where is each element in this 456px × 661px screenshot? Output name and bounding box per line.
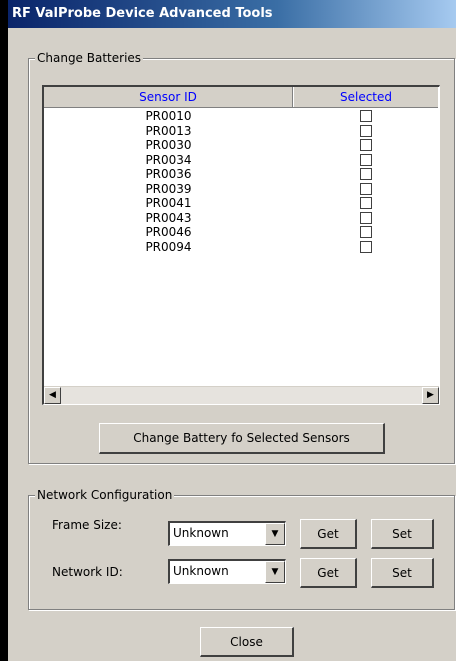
frame-size-set-button[interactable]: Set — [371, 519, 434, 549]
change-battery-button[interactable]: Change Battery fo Selected Sensors — [99, 423, 385, 454]
dialog-window: RF ValProbe Device Advanced Tools Change… — [0, 0, 456, 661]
sensor-id: PR0013 — [145, 123, 192, 138]
sensor-selected-checkbox[interactable] — [360, 240, 372, 253]
sensor-list-header: Sensor ID Selected — [44, 87, 438, 108]
network-config-group: Network Configuration — [28, 487, 455, 610]
scroll-right-arrow-icon[interactable]: ▶ — [422, 387, 439, 404]
sensor-row[interactable]: PR0030 — [44, 138, 438, 153]
sensor-list[interactable]: Sensor ID Selected PR0010 PR0013 PR0030 PR0… — [42, 85, 440, 405]
sensor-id: PR0030 — [145, 138, 192, 152]
sensor-selected-checkbox[interactable] — [360, 153, 372, 166]
sensor-selected-checkbox[interactable] — [360, 168, 372, 180]
window-title: RF ValProbe Device Advanced Tools — [8, 0, 456, 28]
frame-size-get-button[interactable]: Get — [300, 519, 357, 549]
sensor-list-body: PR0010 PR0013 PR0030 PR0034 PR0036 PR0039 PR00… — [44, 109, 438, 254]
chevron-down-icon[interactable]: ▼ — [265, 523, 285, 545]
change-batteries-legend: Change Batteries — [35, 50, 144, 66]
sensor-selected-checkbox[interactable] — [360, 124, 372, 137]
sensor-selected-checkbox[interactable] — [360, 226, 372, 238]
sensor-selected-checkbox[interactable] — [360, 110, 372, 122]
horizontal-scrollbar[interactable]: ◀ ▶ — [44, 386, 439, 404]
sensor-selected-checkbox[interactable] — [360, 211, 372, 224]
frame-size-value: Unknown — [173, 526, 229, 540]
sensor-id: PR0046 — [145, 225, 192, 239]
network-id-dropdown[interactable]: Unknown ▼ — [168, 559, 286, 584]
sensor-row[interactable]: PR0043 — [44, 211, 438, 226]
network-id-set-button[interactable]: Set — [371, 558, 434, 588]
scroll-left-arrow-icon[interactable]: ◀ — [44, 387, 61, 404]
sensor-row[interactable]: PR0039 — [44, 182, 438, 197]
frame-size-dropdown[interactable]: Unknown ▼ — [168, 521, 286, 546]
sensor-id: PR0039 — [145, 181, 192, 196]
sensor-id: PR0036 — [145, 167, 192, 181]
sensor-row[interactable]: PR0041 — [44, 196, 438, 211]
network-id-value: Unknown — [173, 564, 229, 578]
sensor-row[interactable]: PR0034 — [44, 153, 438, 168]
network-config-legend: Network Configuration — [35, 487, 175, 503]
sensor-row[interactable]: PR0094 — [44, 240, 438, 255]
chevron-down-icon[interactable]: ▼ — [265, 561, 285, 583]
sensor-row[interactable]: PR0010 — [44, 109, 438, 124]
network-id-label: Network ID: — [52, 565, 123, 579]
sensor-row[interactable]: PR0046 — [44, 225, 438, 240]
column-header-selected[interactable]: Selected — [294, 87, 438, 107]
sensor-id: PR0034 — [145, 152, 192, 167]
sensor-id: PR0094 — [145, 239, 192, 254]
frame-size-label: Frame Size: — [52, 518, 122, 532]
sensor-selected-checkbox[interactable] — [360, 197, 372, 209]
sensor-row[interactable]: PR0036 — [44, 167, 438, 182]
close-button[interactable]: Close — [200, 627, 294, 657]
sensor-id: PR0010 — [145, 109, 192, 123]
column-header-sensor-id[interactable]: Sensor ID — [44, 87, 293, 107]
network-id-get-button[interactable]: Get — [300, 558, 357, 588]
sensor-selected-checkbox[interactable] — [360, 139, 372, 151]
sensor-row[interactable]: PR0013 — [44, 124, 438, 139]
sensor-id: PR0041 — [145, 196, 192, 210]
sensor-id: PR0043 — [145, 210, 192, 225]
sensor-selected-checkbox[interactable] — [360, 182, 372, 195]
